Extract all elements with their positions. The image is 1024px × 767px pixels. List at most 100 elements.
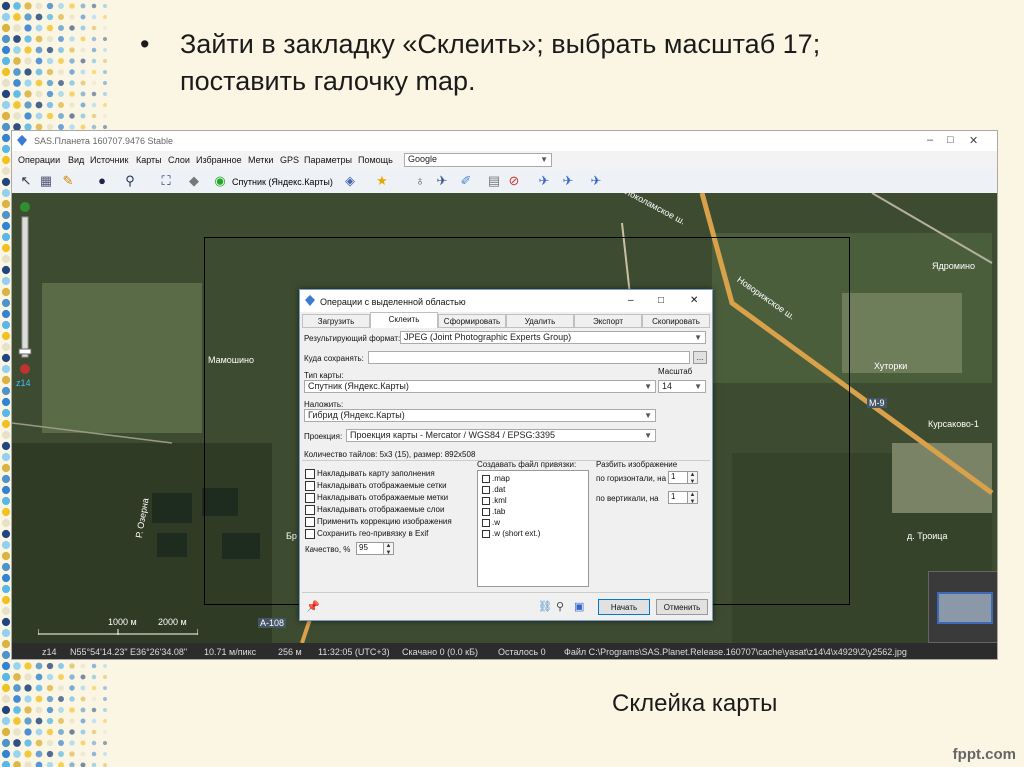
tab-copy[interactable]: Скопировать (642, 314, 710, 328)
dialog-maximize-button[interactable]: □ (658, 295, 664, 306)
stepper-arrows[interactable]: ▲ ▼ (687, 472, 697, 485)
close-button[interactable]: ✕ (969, 134, 978, 147)
result-format-select[interactable]: JPEG (Joint Photographic Experts Group) … (400, 331, 706, 344)
tab-generate[interactable]: Сформировать (438, 314, 506, 328)
tab-download[interactable]: Загрузить (302, 314, 370, 328)
map-view[interactable]: z14 Волоколамское ш. Ядромино Новорижско… (12, 193, 997, 643)
menu-source[interactable]: Источник (90, 155, 128, 165)
option-label: Накладывать отображаемые слои (317, 505, 445, 514)
option-label: Применить коррекцию изображения (317, 517, 452, 526)
satellite-icon[interactable]: ◆ (186, 173, 202, 189)
path-icon[interactable]: ✈ (434, 173, 450, 189)
plane3-icon[interactable]: ✈ (588, 173, 604, 189)
dialog-tabs: Загрузить Склеить Сформировать Удалить Э… (302, 312, 710, 328)
bind-file-checkbox[interactable] (482, 508, 490, 516)
poly-icon[interactable]: ✐ (458, 173, 474, 189)
option-label: Накладывать отображаемые метки (317, 493, 449, 502)
status-scale: 10.71 м/пикс (204, 647, 257, 657)
bind-file-checkbox[interactable] (482, 530, 490, 538)
status-file-path: Файл C:\Programs\SAS.Planet.Release.1607… (564, 647, 907, 657)
minimap-viewport[interactable] (937, 592, 993, 624)
tab-delete[interactable]: Удалить (506, 314, 574, 328)
link-icon[interactable]: ⛓ (538, 600, 552, 613)
zoom-slider[interactable] (16, 199, 34, 399)
globe-icon[interactable]: ● (94, 173, 110, 189)
option-checkbox[interactable] (305, 517, 315, 527)
menu-marks[interactable]: Метки (248, 155, 273, 165)
stepper-arrows[interactable]: ▲ ▼ (687, 492, 697, 505)
chevron-down-icon: ▼ (694, 333, 702, 342)
app-icon (17, 135, 27, 146)
window-title: SAS.Планета 160707.9476 Stable (34, 136, 174, 146)
option-checkbox[interactable] (305, 469, 315, 479)
bind-file-checkbox[interactable] (482, 475, 490, 483)
quality-stepper[interactable]: 95 ▲ ▼ (356, 542, 394, 556)
menu-help[interactable]: Помощь (358, 155, 393, 165)
map-label-village: д. Троица (907, 531, 948, 541)
overlay-select[interactable]: Гибрид (Яндекс.Карты) ▼ (304, 409, 656, 422)
map-type-select[interactable]: Спутник (Яндекс.Карты) ▼ (304, 380, 656, 393)
marker-icon[interactable]: ♁ (412, 173, 428, 189)
dialog-close-button[interactable]: ✕ (690, 295, 698, 306)
fullscreen-icon[interactable]: ⛶ (158, 173, 174, 189)
menu-view[interactable]: Вид (68, 155, 84, 165)
menu-maps[interactable]: Карты (136, 155, 162, 165)
layers-menu-icon[interactable]: ◈ (342, 173, 358, 189)
menu-gps[interactable]: GPS (280, 155, 299, 165)
save-icon[interactable]: ▣ (574, 600, 584, 613)
ruler-icon[interactable]: ✎ (60, 173, 76, 189)
search-icon[interactable]: ⚲ (556, 600, 564, 613)
split-vertical-label: по вертикали, на (596, 494, 659, 503)
dialog-titlebar: Операции с выделенной областью – □ ✕ (300, 290, 712, 312)
bind-files-list[interactable]: .map .dat .kml .tab .w .w (short ext.) (477, 470, 589, 587)
layers-icon[interactable]: ▦ (38, 173, 54, 189)
tab-export[interactable]: Экспорт (574, 314, 642, 328)
projection-label: Проекция: (304, 432, 343, 441)
menu-operations[interactable]: Операции (18, 155, 60, 165)
browse-button[interactable]: ... (693, 351, 707, 364)
scale-select[interactable]: 14 ▼ (658, 380, 706, 393)
zoom-icon[interactable]: ⚲ (122, 173, 138, 189)
search-engine-combo[interactable]: Google ▼ (404, 153, 552, 167)
source-icon[interactable]: ◉ (212, 173, 228, 189)
dialog-minimize-button[interactable]: – (628, 295, 634, 306)
chevron-down-icon: ▼ (644, 411, 652, 420)
map-label-village: Хуторки (874, 361, 908, 371)
split-horizontal-stepper[interactable]: 1 ▲ ▼ (668, 471, 698, 485)
start-button[interactable]: Начать (598, 599, 650, 615)
menu-settings[interactable]: Параметры (304, 155, 352, 165)
stepper-arrows[interactable]: ▲ ▼ (383, 543, 393, 556)
option-checkbox[interactable] (305, 493, 315, 503)
option-checkbox[interactable] (305, 505, 315, 515)
current-map-label[interactable]: Спутник (Яндекс.Карты) (232, 177, 333, 187)
save-to-input[interactable] (368, 351, 690, 364)
slide-caption: Склейка карты (612, 690, 778, 717)
minimap[interactable] (928, 571, 997, 643)
cancel-button[interactable]: Отменить (656, 599, 708, 615)
plane-icon[interactable]: ✈ (536, 173, 552, 189)
bind-file-checkbox[interactable] (482, 497, 490, 505)
cursor-icon[interactable]: ↖ (18, 173, 34, 189)
maximize-button[interactable]: □ (947, 134, 954, 146)
plane2-icon[interactable]: ✈ (560, 173, 576, 189)
pin-icon[interactable]: 📌 (306, 600, 320, 613)
tab-stitch[interactable]: Склеить (370, 312, 438, 328)
bind-file-checkbox[interactable] (482, 519, 490, 527)
menu-layers[interactable]: Слои (168, 155, 190, 165)
result-format-value: JPEG (Joint Photographic Experts Group) (404, 332, 572, 342)
option-checkbox[interactable] (305, 481, 315, 491)
noconnection-icon[interactable]: ⊘ (506, 173, 522, 189)
option-checkbox[interactable] (305, 529, 315, 539)
cache-icon[interactable]: ▤ (486, 173, 502, 189)
split-horizontal-label: по горизонтали, на (596, 474, 667, 483)
result-format-label: Результирующий формат: (304, 334, 401, 343)
menu-favorites[interactable]: Избранное (196, 155, 242, 165)
bind-file-checkbox[interactable] (482, 486, 490, 494)
star-icon[interactable]: ★ (374, 173, 390, 189)
chevron-down-icon: ▼ (644, 382, 652, 391)
minimize-button[interactable]: – (927, 134, 933, 146)
split-vertical-stepper[interactable]: 1 ▲ ▼ (668, 491, 698, 505)
map-label-road-number: А-108 (258, 618, 287, 628)
projection-select[interactable]: Проекция карты - Mercator / WGS84 / EPSG… (346, 429, 656, 442)
overlay-value: Гибрид (Яндекс.Карты) (308, 410, 405, 420)
